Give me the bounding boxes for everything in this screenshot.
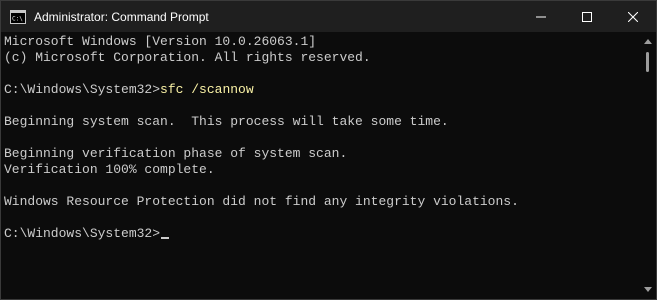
window-title: Administrator: Command Prompt bbox=[34, 9, 209, 24]
maximize-button[interactable] bbox=[564, 1, 610, 32]
command-text: sfc /scannow bbox=[160, 82, 254, 97]
prompt-path: C:\Windows\System32> bbox=[4, 82, 161, 97]
prompt-line: C:\Windows\System32> bbox=[4, 226, 170, 242]
prompt-path: C:\Windows\System32> bbox=[4, 226, 161, 241]
svg-text:C:\: C:\ bbox=[12, 15, 23, 22]
console-output[interactable]: Microsoft Windows [Version 10.0.26063.1]… bbox=[1, 32, 642, 299]
scroll-down-arrow-icon[interactable] bbox=[644, 287, 652, 292]
minimize-icon bbox=[536, 16, 546, 17]
close-icon bbox=[628, 11, 638, 22]
console-line: Microsoft Windows [Version 10.0.26063.1] bbox=[4, 34, 317, 49]
window-controls bbox=[518, 1, 656, 32]
prompt-line: C:\Windows\System32>sfc /scannow bbox=[4, 82, 254, 98]
scroll-thumb[interactable] bbox=[646, 52, 649, 72]
close-button[interactable] bbox=[610, 1, 656, 32]
vertical-scrollbar[interactable] bbox=[641, 32, 655, 299]
console-line: Beginning verification phase of system s… bbox=[4, 146, 348, 161]
console-line: Beginning system scan. This process will… bbox=[4, 114, 449, 129]
maximize-icon bbox=[582, 11, 592, 22]
cmd-icon: C:\ bbox=[10, 9, 26, 24]
console-line: Verification 100% complete. bbox=[4, 162, 215, 177]
text-cursor bbox=[161, 237, 170, 239]
scroll-up-arrow-icon[interactable] bbox=[644, 39, 652, 44]
console-line: (c) Microsoft Corporation. All rights re… bbox=[4, 50, 371, 65]
command-prompt-window: C:\ Administrator: Command Prompt Micros… bbox=[0, 0, 657, 300]
minimize-button[interactable] bbox=[518, 1, 564, 32]
console-line: Windows Resource Protection did not find… bbox=[4, 194, 519, 209]
title-bar[interactable]: C:\ Administrator: Command Prompt bbox=[1, 1, 656, 32]
